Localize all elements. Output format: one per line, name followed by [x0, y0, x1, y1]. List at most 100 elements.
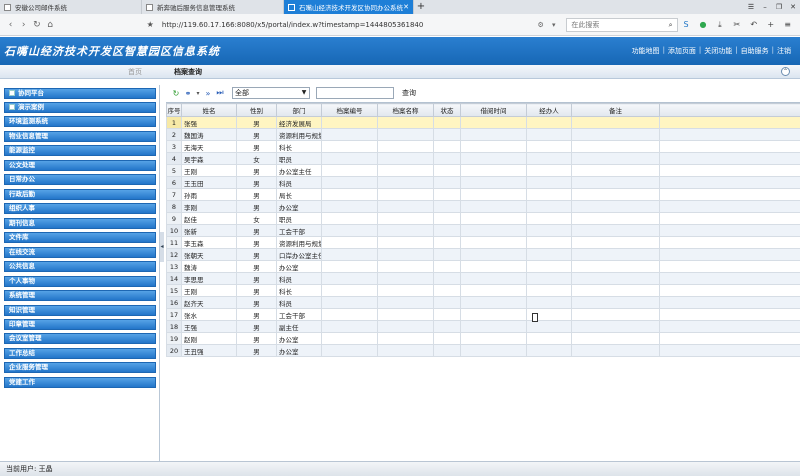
table-cell[interactable]: 女	[236, 152, 277, 165]
table-cell[interactable]	[377, 176, 434, 189]
table-cell[interactable]	[433, 116, 461, 129]
sidebar-item[interactable]: 公共信息	[4, 261, 156, 272]
table-cell[interactable]	[571, 344, 660, 357]
table-cell[interactable]: 张朝天	[181, 248, 237, 261]
table-cell[interactable]	[321, 116, 378, 129]
row-number-cell[interactable]: 9	[166, 212, 182, 225]
search-icon[interactable]: ⌕	[665, 19, 677, 31]
table-cell[interactable]	[460, 188, 527, 201]
table-cell[interactable]	[433, 320, 461, 333]
table-cell[interactable]	[571, 164, 660, 177]
table-cell[interactable]	[571, 332, 660, 345]
table-cell[interactable]: 副主任	[276, 320, 322, 333]
minimize-icon[interactable]: –	[758, 0, 772, 14]
close-tab-icon[interactable]: ✕	[403, 3, 409, 11]
column-header[interactable]: 借阅时间	[460, 103, 527, 117]
table-cell[interactable]	[377, 212, 434, 225]
table-cell[interactable]	[377, 260, 434, 273]
row-number-cell[interactable]: 17	[166, 308, 182, 321]
table-cell[interactable]	[526, 164, 572, 177]
table-row[interactable]: 17 张水男工会干部	[166, 308, 800, 321]
row-number-cell[interactable]: 18	[166, 320, 182, 333]
table-cell[interactable]	[433, 200, 461, 213]
table-cell[interactable]: 工会干部	[276, 224, 322, 237]
table-cell[interactable]	[460, 320, 527, 333]
table-cell[interactable]	[659, 320, 800, 333]
table-cell[interactable]: 男	[236, 164, 277, 177]
table-cell[interactable]: 男	[236, 344, 277, 357]
table-cell[interactable]	[571, 248, 660, 261]
row-number-cell[interactable]: 8	[166, 200, 182, 213]
sidebar-item[interactable]: 组织人事	[4, 203, 156, 214]
table-cell[interactable]	[526, 212, 572, 225]
table-cell[interactable]	[377, 224, 434, 237]
table-cell[interactable]	[433, 188, 461, 201]
sidebar-item[interactable]: 能源监控	[4, 145, 156, 156]
row-number-cell[interactable]: 14	[166, 272, 182, 285]
table-cell[interactable]	[659, 236, 800, 249]
column-header[interactable]: 序号	[166, 103, 182, 117]
table-cell[interactable]	[571, 308, 660, 321]
table-cell[interactable]	[321, 140, 378, 153]
table-row[interactable]: 14 李思思男科员	[166, 272, 800, 285]
table-cell[interactable]: 资源利用与规划	[276, 236, 322, 249]
table-cell[interactable]: 男	[236, 284, 277, 297]
table-cell[interactable]: 李刚	[181, 200, 237, 213]
browser-tab[interactable]: 安徽公司邮件系统	[0, 0, 142, 14]
table-row[interactable]: 12 张朝天男口岸办公室主任	[166, 248, 800, 261]
search-input[interactable]: 在此搜索	[571, 19, 599, 31]
table-cell[interactable]: 资源利用与规划	[276, 128, 322, 141]
table-cell[interactable]: 男	[236, 176, 277, 189]
table-cell[interactable]	[571, 320, 660, 333]
sidebar-item[interactable]: 印章管理	[4, 319, 156, 330]
tab-archive-query[interactable]: 档案查询	[174, 67, 202, 77]
cut-icon[interactable]: ✂	[728, 20, 745, 29]
table-cell[interactable]: 吴宇森	[181, 152, 237, 165]
table-row[interactable]: 10 张新男工会干部	[166, 224, 800, 237]
table-cell[interactable]	[321, 284, 378, 297]
table-cell[interactable]	[526, 128, 572, 141]
table-cell[interactable]	[571, 236, 660, 249]
table-cell[interactable]: 王丑强	[181, 344, 237, 357]
table-row[interactable]: 13 魏涛男办公室	[166, 260, 800, 273]
table-row[interactable]: 8 李刚男办公室	[166, 200, 800, 213]
sidebar-item[interactable]: 工作总结	[4, 348, 156, 359]
sidebar-item[interactable]: 党建工作	[4, 377, 156, 388]
table-cell[interactable]: 职员	[276, 212, 322, 225]
table-cell[interactable]	[433, 236, 461, 249]
column-header[interactable]: 状态	[433, 103, 461, 117]
table-row[interactable]: 11 李玉森男资源利用与规划	[166, 236, 800, 249]
table-row[interactable]: 5 王刚男办公室主任	[166, 164, 800, 177]
table-cell[interactable]: 孙雨	[181, 188, 237, 201]
add-icon[interactable]: +	[762, 20, 779, 29]
sidebar-item[interactable]: 日常办公	[4, 174, 156, 185]
close-window-icon[interactable]: ✕	[786, 0, 800, 14]
row-number-cell[interactable]: 13	[166, 260, 182, 273]
browser-tab-active[interactable]: 石嘴山经济技术开发区协同办公系统 ✕	[284, 0, 414, 14]
table-cell[interactable]: 科长	[276, 140, 322, 153]
table-cell[interactable]	[659, 212, 800, 225]
table-row[interactable]: 6 王玉田男科员	[166, 176, 800, 189]
table-cell[interactable]	[571, 212, 660, 225]
table-cell[interactable]	[321, 260, 378, 273]
compat-mode-icon[interactable]: ⚙	[534, 21, 547, 29]
table-cell[interactable]	[571, 284, 660, 297]
table-cell[interactable]: 经济发展局	[276, 116, 322, 129]
column-header[interactable]: 部门	[276, 103, 322, 117]
sidebar-item[interactable]: 协同平台	[4, 88, 156, 99]
table-row[interactable]: 7 孙雨男局长	[166, 188, 800, 201]
reload-icon[interactable]: ↻	[30, 20, 43, 30]
table-cell[interactable]	[526, 272, 572, 285]
row-number-cell[interactable]: 6	[166, 176, 182, 189]
table-cell[interactable]	[433, 260, 461, 273]
table-cell[interactable]	[526, 248, 572, 261]
row-number-cell[interactable]: 5	[166, 164, 182, 177]
table-cell[interactable]	[659, 332, 800, 345]
table-cell[interactable]	[571, 152, 660, 165]
table-cell[interactable]	[321, 128, 378, 141]
table-cell[interactable]: 张强	[181, 116, 237, 129]
new-tab-button[interactable]: +	[414, 0, 428, 14]
table-cell[interactable]	[433, 272, 461, 285]
table-cell[interactable]: 男	[236, 296, 277, 309]
search-box[interactable]: 在此搜索 ⌕	[566, 17, 678, 32]
